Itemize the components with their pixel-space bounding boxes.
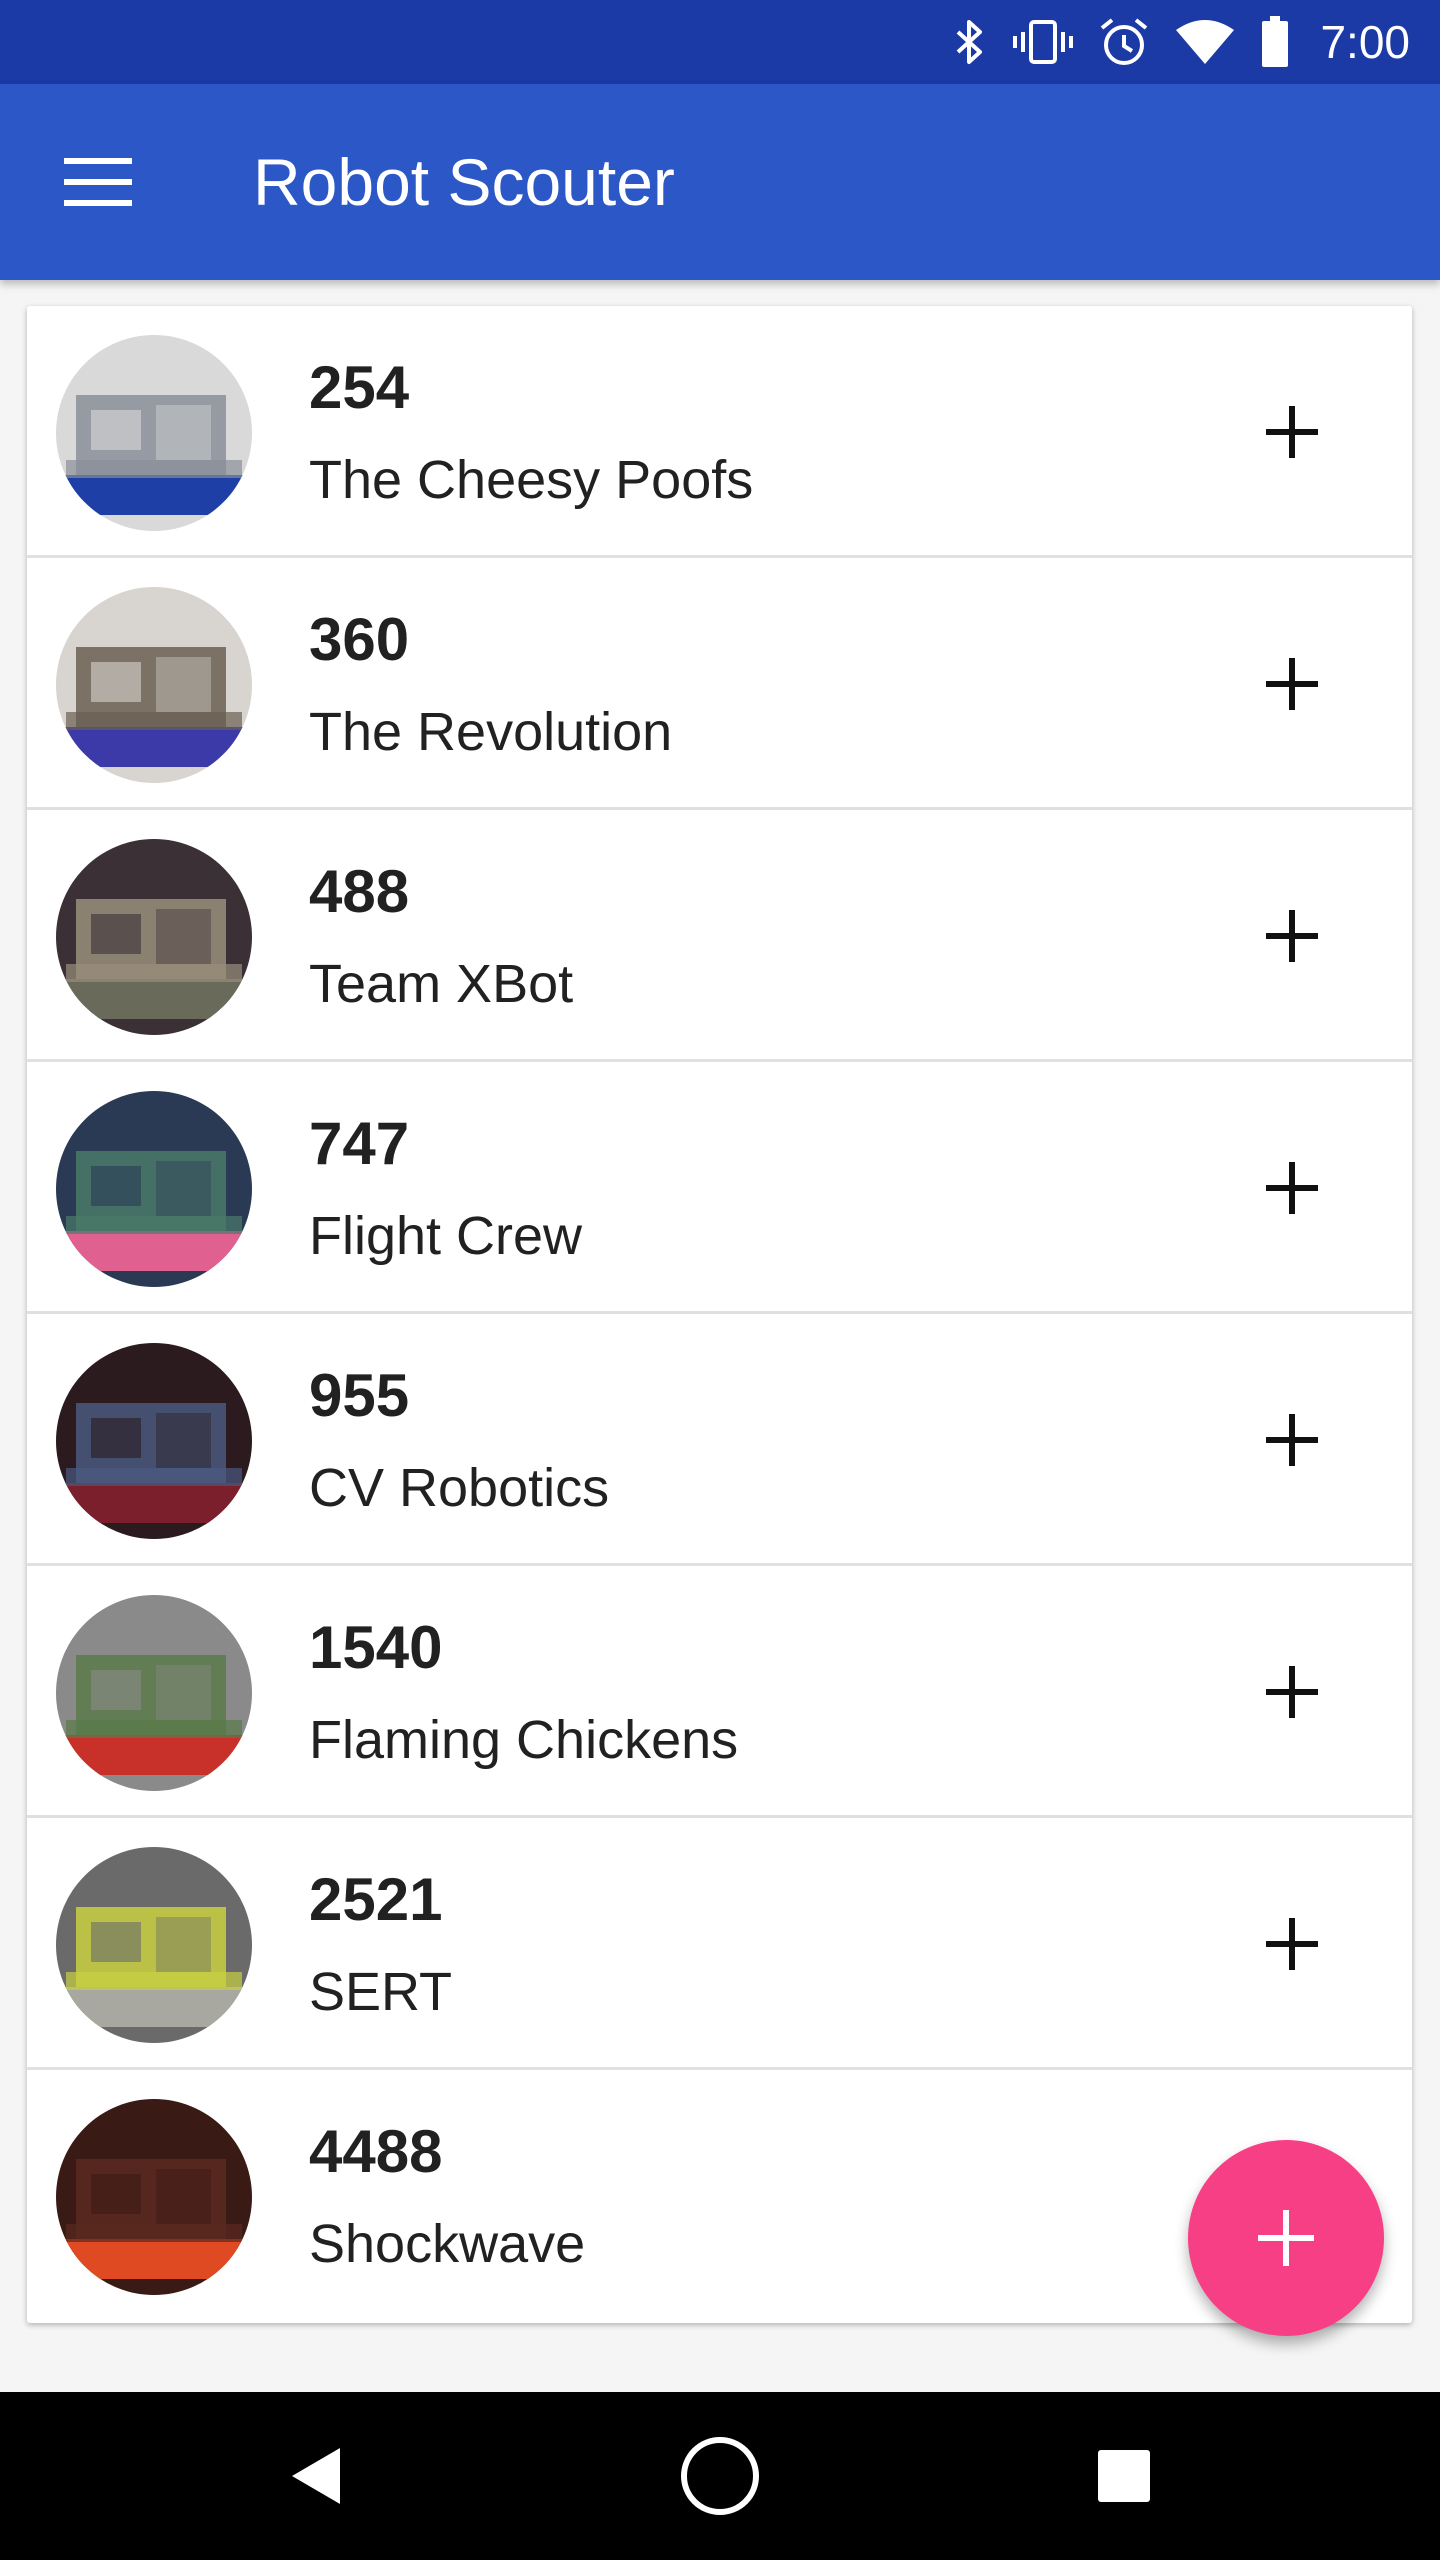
robot-photo-icon [56, 1847, 252, 2043]
add-scout-button[interactable] [1252, 644, 1332, 724]
status-icons: 7:00 [952, 0, 1410, 84]
menu-button[interactable] [42, 134, 154, 230]
team-avatar [56, 587, 252, 783]
robot-photo-icon [56, 1595, 252, 1791]
add-scout-button[interactable] [1252, 1904, 1332, 1984]
team-name: Flight Crew [309, 1206, 583, 1266]
vibrate-icon [1013, 20, 1074, 64]
alarm-icon [1101, 18, 1148, 65]
team-number: 2521 [309, 1866, 443, 1933]
team-avatar [56, 1847, 252, 2043]
robot-photo-icon [56, 839, 252, 1035]
recents-button[interactable] [1074, 2426, 1174, 2526]
plus-icon [1266, 658, 1318, 710]
team-number: 1540 [309, 1614, 443, 1681]
home-button[interactable] [670, 2426, 770, 2526]
status-time: 7:00 [1320, 16, 1410, 68]
recents-icon [1098, 2450, 1150, 2502]
bluetooth-icon [957, 20, 983, 64]
plus-icon [1258, 2210, 1314, 2266]
add-scout-button[interactable] [1252, 392, 1332, 472]
battery-icon [1262, 16, 1289, 67]
plus-icon [1266, 1414, 1318, 1466]
team-number: 488 [309, 858, 410, 925]
team-name: The Cheesy Poofs [309, 450, 754, 510]
status-bar: 7:00 [0, 0, 1440, 84]
robot-photo-icon [56, 587, 252, 783]
team-number: 955 [309, 1362, 410, 1429]
robot-photo-icon [56, 335, 252, 531]
robot-photo-icon [56, 1091, 252, 1287]
plus-icon [1266, 1918, 1318, 1970]
add-team-fab[interactable] [1188, 2140, 1384, 2336]
wifi-icon [1176, 20, 1235, 64]
team-row[interactable]: 1540 Flaming Chickens [27, 1566, 1412, 1818]
team-row[interactable]: 955 CV Robotics [27, 1314, 1412, 1566]
menu-icon [64, 158, 132, 206]
team-avatar [56, 335, 252, 531]
app-title: Robot Scouter [253, 145, 675, 219]
add-scout-button[interactable] [1252, 1652, 1332, 1732]
team-name: Team XBot [309, 954, 574, 1014]
team-number: 747 [309, 1110, 410, 1177]
team-number: 254 [309, 354, 410, 421]
add-scout-button[interactable] [1252, 1400, 1332, 1480]
team-name: Flaming Chickens [309, 1710, 739, 1770]
robot-photo-icon [56, 1343, 252, 1539]
plus-icon [1266, 406, 1318, 458]
plus-icon [1266, 1162, 1318, 1214]
plus-icon [1266, 910, 1318, 962]
team-name: SERT [309, 1962, 453, 2022]
team-row[interactable]: 254 The Cheesy Poofs [27, 306, 1412, 558]
robot-photo-icon [56, 2099, 252, 2295]
team-row[interactable]: 2521 SERT [27, 1818, 1412, 2070]
team-number: 360 [309, 606, 410, 673]
team-avatar [56, 839, 252, 1035]
team-row[interactable]: 488 Team XBot [27, 810, 1412, 1062]
team-name: Shockwave [309, 2214, 586, 2274]
plus-icon [1266, 1666, 1318, 1718]
add-scout-button[interactable] [1252, 1148, 1332, 1228]
add-scout-button[interactable] [1252, 896, 1332, 976]
team-name: CV Robotics [309, 1458, 610, 1518]
navigation-bar [0, 2392, 1440, 2560]
team-number: 4488 [309, 2118, 443, 2185]
back-button[interactable] [266, 2426, 366, 2526]
team-row[interactable]: 360 The Revolution [27, 558, 1412, 810]
back-icon [292, 2448, 340, 2504]
team-row[interactable]: 747 Flight Crew [27, 1062, 1412, 1314]
team-list: 254 The Cheesy Poofs 360 The Revolution 488 T… [27, 306, 1412, 2323]
team-avatar [56, 1595, 252, 1791]
team-avatar [56, 1343, 252, 1539]
home-icon [681, 2437, 759, 2515]
team-avatar [56, 2099, 252, 2295]
team-avatar [56, 1091, 252, 1287]
team-name: The Revolution [309, 702, 673, 762]
app-bar: Robot Scouter [0, 84, 1440, 280]
